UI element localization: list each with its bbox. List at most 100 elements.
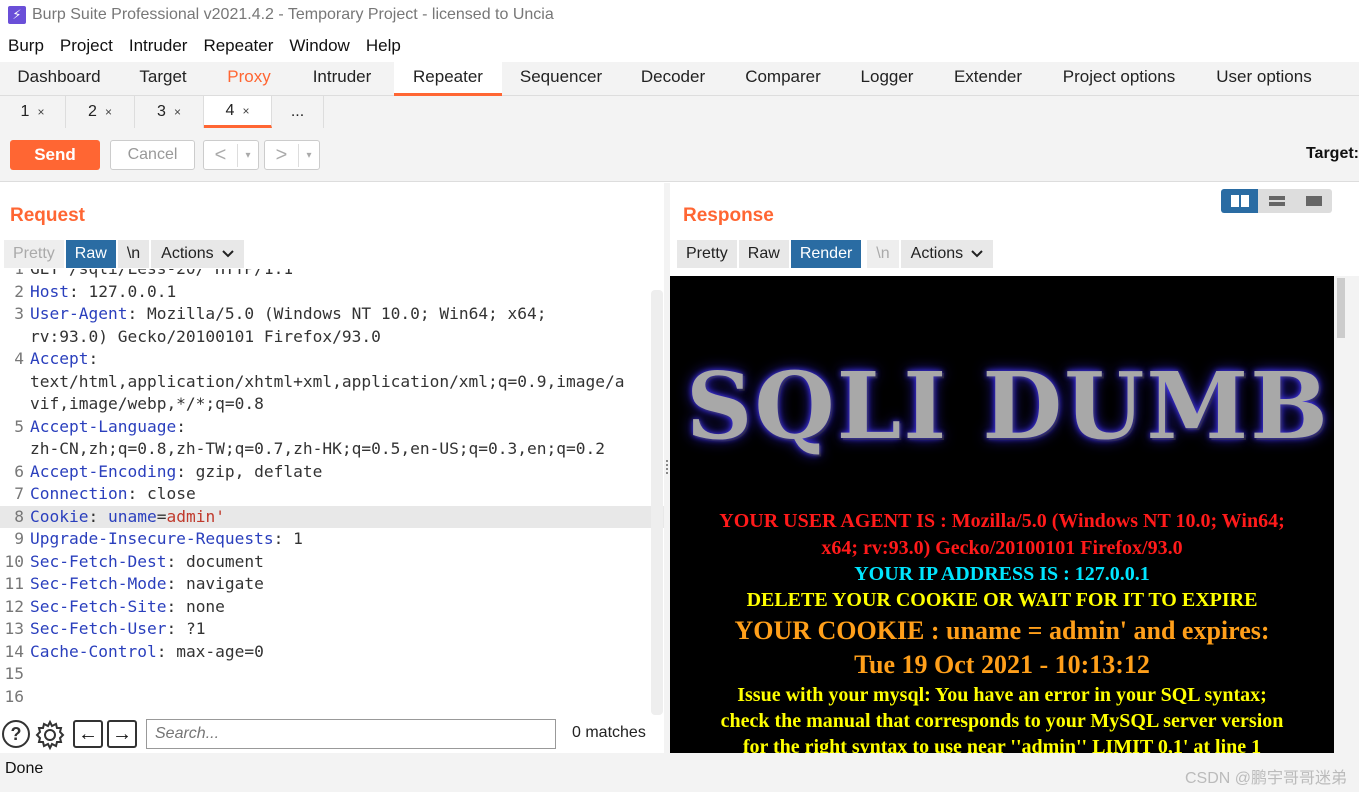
target-label[interactable]: Target: [1306, 145, 1359, 163]
split-horizontal-icon[interactable] [1258, 189, 1295, 213]
menu-project[interactable]: Project [52, 36, 121, 56]
request-line[interactable]: rv:93.0) Gecko/20100101 Firefox/93.0 [0, 326, 664, 349]
history-back-group: < ▾ [203, 140, 259, 170]
close-icon[interactable]: × [174, 98, 181, 126]
request-view-bar: Pretty Raw \n Actions [4, 240, 246, 268]
tab-target[interactable]: Target [118, 62, 208, 96]
tab-intruder[interactable]: Intruder [290, 62, 394, 96]
repeater-tab-3[interactable]: 3 × [135, 96, 204, 128]
chevron-down-icon [221, 250, 234, 258]
chevron-down-icon[interactable]: ▾ [299, 150, 319, 161]
request-line[interactable]: zh-CN,zh;q=0.8,zh-TW;q=0.7,zh-HK;q=0.5,e… [0, 438, 664, 461]
line-number: 10 [4, 551, 25, 571]
columns-icon [1230, 195, 1249, 207]
tab-repeater[interactable]: Repeater [394, 62, 502, 96]
request-title: Request [10, 205, 85, 226]
repeater-tab-4[interactable]: 4 × [204, 96, 272, 128]
line-code: Host: 127.0.0.1 [30, 281, 176, 304]
menu-help[interactable]: Help [358, 36, 409, 56]
request-pretty-button[interactable]: Pretty [4, 240, 64, 268]
header-name: Sec-Fetch-Dest [30, 551, 167, 571]
request-line[interactable]: 5 Accept-Language: [0, 416, 664, 439]
response-scrollbar[interactable] [1334, 276, 1359, 753]
header-value: vif,image/webp,*/*;q=0.8 [30, 394, 264, 413]
chevron-down-icon[interactable]: ▾ [238, 150, 258, 161]
response-scroll-thumb[interactable] [1337, 278, 1345, 338]
request-line[interactable]: 1 GET /sqli/Less-20/ HTTP/1.1 [0, 269, 664, 281]
request-line[interactable]: 2 Host: 127.0.0.1 [0, 281, 664, 304]
actions-label: Actions [161, 245, 214, 262]
tab-dashboard[interactable]: Dashboard [0, 62, 118, 96]
header-value: : [88, 349, 99, 368]
request-line[interactable]: 15 [0, 663, 664, 686]
ip-address-line: YOUR IP ADDRESS IS : 127.0.0.1 [854, 563, 1150, 585]
send-button[interactable]: Send [10, 140, 100, 170]
gear-svg [35, 719, 65, 751]
actions-label: Actions [910, 245, 964, 262]
header-value: : [176, 416, 186, 436]
request-line[interactable]: 9 Upgrade-Insecure-Requests: 1 [0, 528, 664, 551]
close-icon[interactable]: × [37, 98, 44, 126]
response-title: Response [683, 205, 774, 226]
request-line[interactable]: 6 Accept-Encoding: gzip, deflate [0, 461, 664, 484]
response-newline-button[interactable]: \n [867, 240, 899, 268]
request-line[interactable]: text/html,application/xhtml+xml,applicat… [0, 371, 664, 394]
header-name: Cookie [30, 506, 89, 526]
tab-decoder[interactable]: Decoder [620, 62, 726, 96]
next-match-button[interactable]: → [107, 720, 137, 748]
request-line[interactable]: 12 Sec-Fetch-Site: none [0, 596, 664, 619]
menu-intruder[interactable]: Intruder [121, 36, 196, 56]
split-vertical-icon[interactable] [1221, 189, 1258, 213]
menu-window[interactable]: Window [281, 36, 357, 56]
previous-match-button[interactable]: ← [73, 720, 103, 748]
request-scrollbar[interactable] [651, 290, 663, 715]
line-code: text/html,application/xhtml+xml,applicat… [30, 371, 625, 394]
gear-icon[interactable] [34, 719, 66, 751]
drag-handle-icon[interactable] [666, 460, 668, 474]
response-raw-button[interactable]: Raw [738, 240, 789, 268]
close-icon[interactable]: × [105, 98, 112, 126]
request-line[interactable]: 16 [0, 686, 664, 709]
close-icon[interactable]: × [242, 97, 249, 125]
tabbed-view-icon[interactable] [1295, 189, 1332, 213]
tab-logger[interactable]: Logger [840, 62, 934, 96]
menu-repeater[interactable]: Repeater [195, 36, 281, 56]
request-line[interactable]: 11 Sec-Fetch-Mode: navigate [0, 573, 664, 596]
line-number: 12 [4, 596, 25, 616]
tab-extender[interactable]: Extender [934, 62, 1042, 96]
request-newline-button[interactable]: \n [117, 240, 150, 268]
request-raw-button[interactable]: Raw [65, 240, 116, 268]
tab-proxy[interactable]: Proxy [208, 62, 290, 96]
header-name: Sec-Fetch-Site [30, 596, 167, 616]
tab-sequencer[interactable]: Sequencer [502, 62, 620, 96]
line-number: 13 [4, 619, 25, 638]
response-pretty-button[interactable]: Pretty [677, 240, 737, 268]
request-line[interactable]: 10 Sec-Fetch-Dest: document [0, 551, 664, 574]
back-arrow-icon[interactable]: < [204, 143, 238, 167]
search-input[interactable] [146, 719, 556, 749]
request-line[interactable]: vif,image/webp,*/*;q=0.8 [0, 393, 664, 416]
response-actions-button[interactable]: Actions [900, 240, 994, 268]
request-line[interactable]: 8 Cookie: uname=admin' [0, 505, 664, 528]
request-line[interactable]: 3 User-Agent: Mozilla/5.0 (Windows NT 10.… [0, 303, 664, 326]
repeater-tab-2[interactable]: 2 × [66, 96, 135, 128]
repeater-tab-1[interactable]: 1 × [0, 96, 66, 128]
forward-arrow-icon[interactable]: > [265, 143, 299, 167]
repeater-tab-new[interactable]: ... [272, 96, 324, 128]
request-line[interactable]: 13 Sec-Fetch-User: ?1 [0, 618, 664, 641]
request-editor[interactable]: 1 GET /sqli/Less-20/ HTTP/1.1 2 Host: 127.0… [0, 269, 664, 716]
request-line[interactable]: 14 Cache-Control: max-age=0 [0, 641, 664, 664]
tab-project-options[interactable]: Project options [1042, 62, 1196, 96]
tab-comparer[interactable]: Comparer [726, 62, 840, 96]
cancel-button[interactable]: Cancel [110, 140, 195, 170]
repeater-tab-label: 3 [157, 103, 166, 120]
help-icon[interactable]: ? [2, 720, 30, 748]
status-text: Done [5, 760, 44, 777]
request-actions-button[interactable]: Actions [151, 240, 244, 268]
response-render-button[interactable]: Render [790, 240, 862, 268]
tab-user-options[interactable]: User options [1196, 62, 1332, 96]
request-line[interactable]: 4 Accept: [0, 348, 664, 371]
user-agent-line: YOUR USER AGENT IS : Mozilla/5.0 (Window… [719, 510, 1285, 532]
menu-burp[interactable]: Burp [0, 36, 52, 56]
request-line[interactable]: 7 Connection: close [0, 483, 664, 506]
